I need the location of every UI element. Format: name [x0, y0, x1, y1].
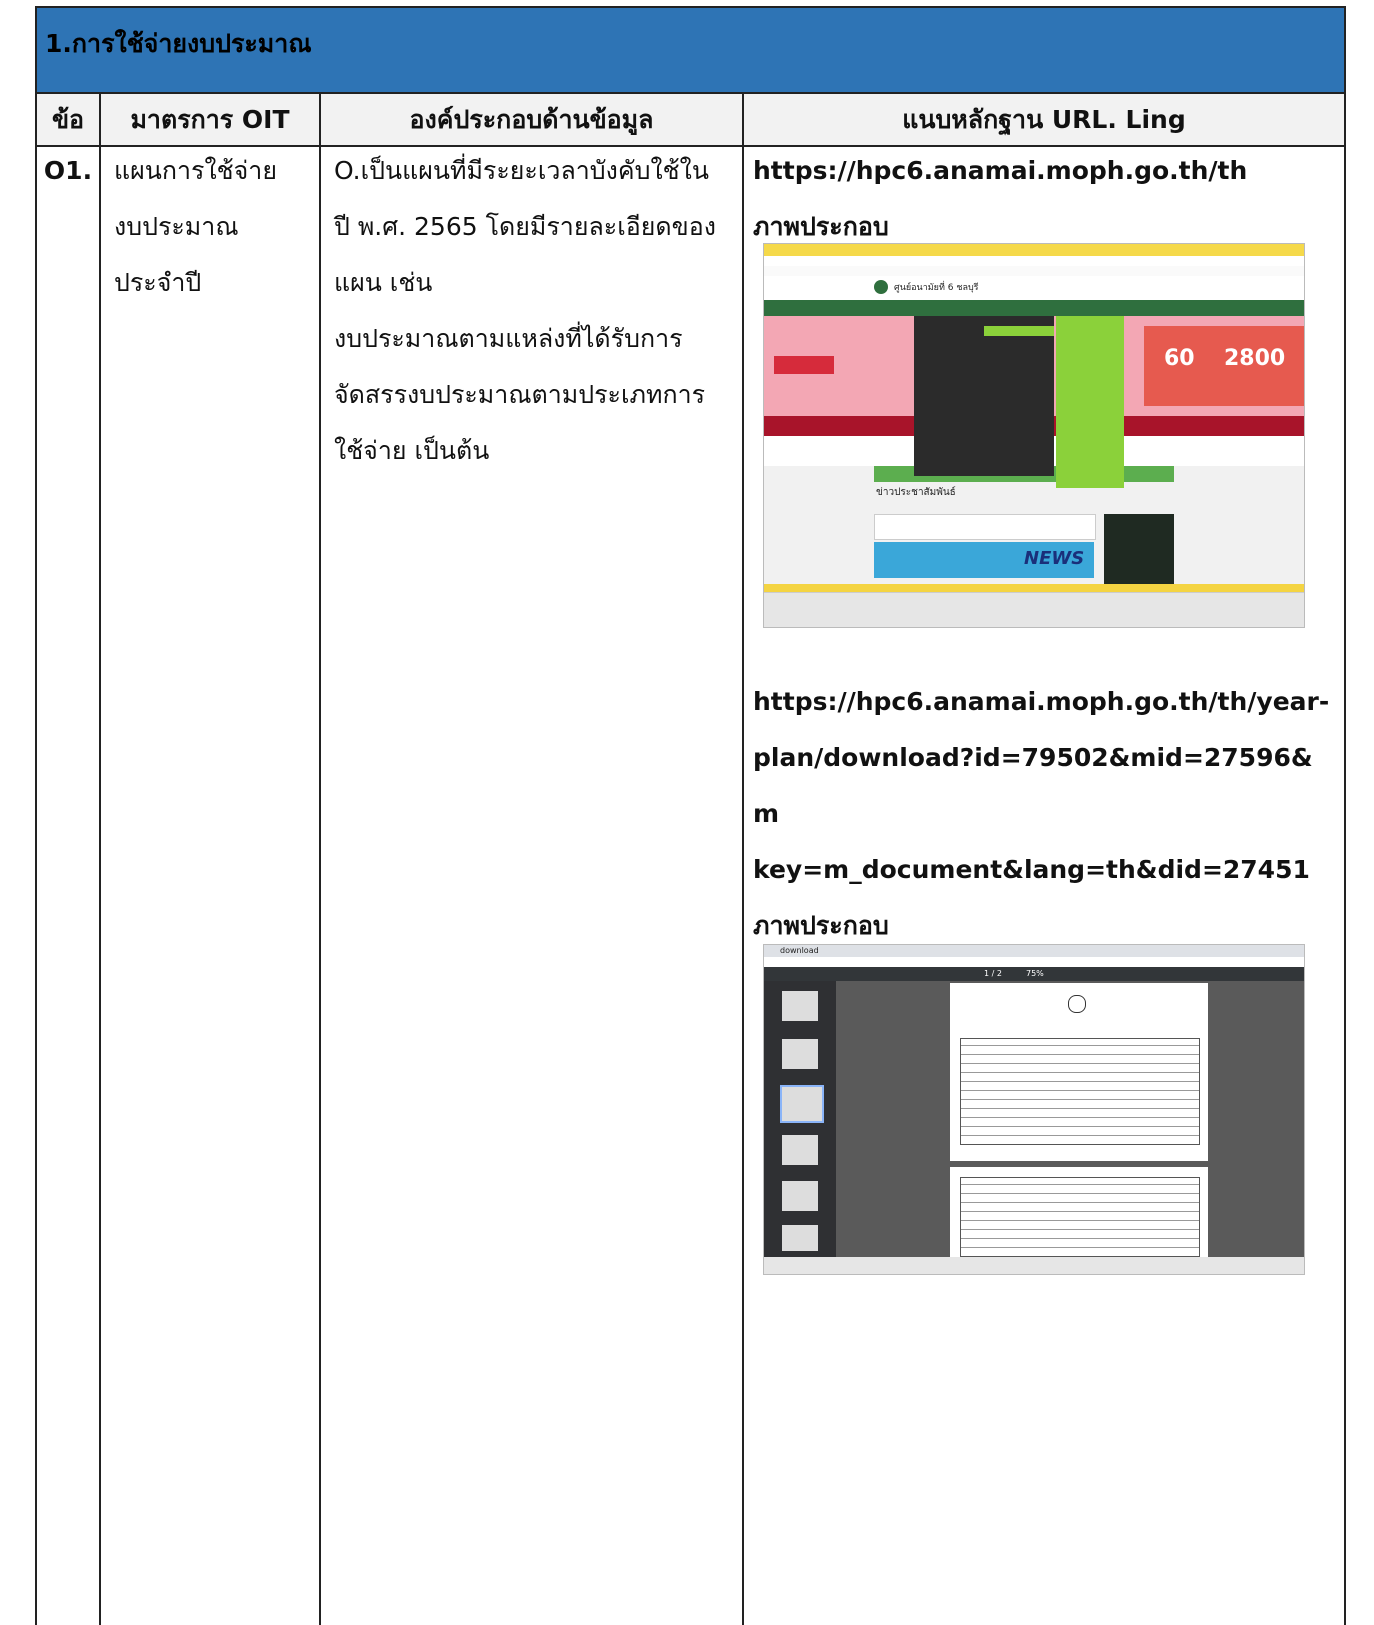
website-screenshot: ศูนย์อนามัยที่ 6 ชลบุรี 60 2800 ข่าวประช…	[763, 243, 1305, 628]
pdf-table	[960, 1177, 1200, 1257]
dropdown-menu-dark	[914, 316, 1054, 476]
element-line: จัดสรรงบประมาณตามประเภทการ	[334, 380, 706, 409]
pdf-page-2	[950, 1167, 1208, 1257]
evidence-url-1[interactable]: https://hpc6.anamai.moph.go.th/th	[753, 143, 1338, 199]
measure-text: แผนการใช้จ่าย งบประมาณ ประจำปี	[114, 143, 277, 311]
status-url-bar	[764, 584, 1304, 592]
banner-number-2: 2800	[1224, 346, 1286, 371]
dropdown-menu-green	[1056, 316, 1124, 488]
pdf-table	[960, 1038, 1200, 1145]
evidence-block-1: https://hpc6.anamai.moph.go.th/th ภาพประ…	[753, 143, 1338, 255]
browser-tabbar	[764, 244, 1304, 256]
taskbar	[764, 592, 1304, 627]
taskbar	[764, 1257, 1304, 1274]
thumbnail-page[interactable]	[782, 1039, 818, 1069]
video-tile	[1104, 514, 1174, 584]
column-header-element: องค์ประกอบด้านข้อมูล	[321, 94, 742, 147]
site-nav	[764, 300, 1304, 316]
site-logo-icon	[874, 280, 888, 294]
dropdown-highlight	[984, 326, 1054, 336]
measure-line: ประจำปี	[114, 268, 202, 297]
measure-line: งบประมาณ	[114, 212, 239, 241]
pdf-viewer-screenshot: download 1 / 2 75%	[763, 944, 1305, 1275]
column-divider	[742, 94, 744, 1625]
banner-tag	[774, 356, 834, 374]
thumbnail-page[interactable]	[782, 1225, 818, 1251]
section-title: 1.การใช้จ่ายงบประมาณ	[45, 29, 312, 58]
thumbnail-page[interactable]	[782, 1135, 818, 1165]
news-banner: NEWS	[874, 542, 1094, 578]
column-header-evidence: แนบหลักฐาน URL. Ling	[744, 94, 1344, 147]
element-text: O.เป็นแผนที่มีระยะเวลาบังคับใช้ใน ปี พ.ศ…	[334, 143, 734, 479]
zoom-level: 75%	[1026, 969, 1044, 978]
element-line: แผน เช่น	[334, 268, 433, 297]
element-line: O.เป็นแผนที่มีระยะเวลาบังคับใช้ใน	[334, 156, 709, 185]
element-line: ปี พ.ศ. 2565 โดยมีรายละเอียดของ	[334, 212, 716, 241]
news-section-label: ข่าวประชาสัมพันธ์	[876, 487, 956, 498]
column-divider	[99, 94, 101, 1625]
thumbnail-page-selected[interactable]	[780, 1085, 824, 1123]
browser-tab-label: download	[780, 946, 819, 955]
column-header-no: ข้อ	[37, 94, 99, 147]
site-header: ศูนย์อนามัยที่ 6 ชลบุรี	[764, 276, 1304, 300]
banner-number-1: 60	[1164, 346, 1195, 371]
column-divider	[319, 94, 321, 1625]
evidence-block-2: https://hpc6.anamai.moph.go.th/th/year- …	[753, 674, 1338, 954]
pdf-toolbar: 1 / 2 75%	[764, 967, 1304, 981]
thumbnail-sidebar	[764, 981, 836, 1257]
thumbnail-page[interactable]	[782, 991, 818, 1021]
news-cards	[874, 514, 1096, 540]
document-logo-icon	[1068, 995, 1086, 1013]
section-header: 1.การใช้จ่ายงบประมาณ	[37, 8, 1344, 94]
evidence-url-2-line[interactable]: https://hpc6.anamai.moph.go.th/th/year-	[753, 674, 1338, 730]
column-header-measure: มาตรการ OIT	[101, 94, 319, 147]
browser-tabbar: download	[764, 945, 1304, 957]
row-number: O1.	[43, 156, 93, 185]
element-line: งบประมาณตามแหล่งที่ได้รับการ	[334, 324, 683, 353]
bookmarks-bar	[764, 266, 1304, 276]
evidence-url-2-line[interactable]: plan/download?id=79502&mid=27596&m	[753, 730, 1338, 842]
measure-line: แผนการใช้จ่าย	[114, 156, 277, 185]
browser-addressbar	[764, 957, 1304, 967]
element-line: ใช้จ่าย เป็นต้น	[334, 436, 490, 465]
news-label: NEWS	[1024, 548, 1085, 569]
pdf-page-1	[950, 983, 1208, 1161]
site-name: ศูนย์อนามัยที่ 6 ชลบุรี	[894, 283, 979, 293]
page-indicator: 1 / 2	[984, 969, 1002, 978]
evidence-url-2-line[interactable]: key=m_document&lang=th&did=27451	[753, 842, 1338, 898]
thumbnail-page[interactable]	[782, 1181, 818, 1211]
